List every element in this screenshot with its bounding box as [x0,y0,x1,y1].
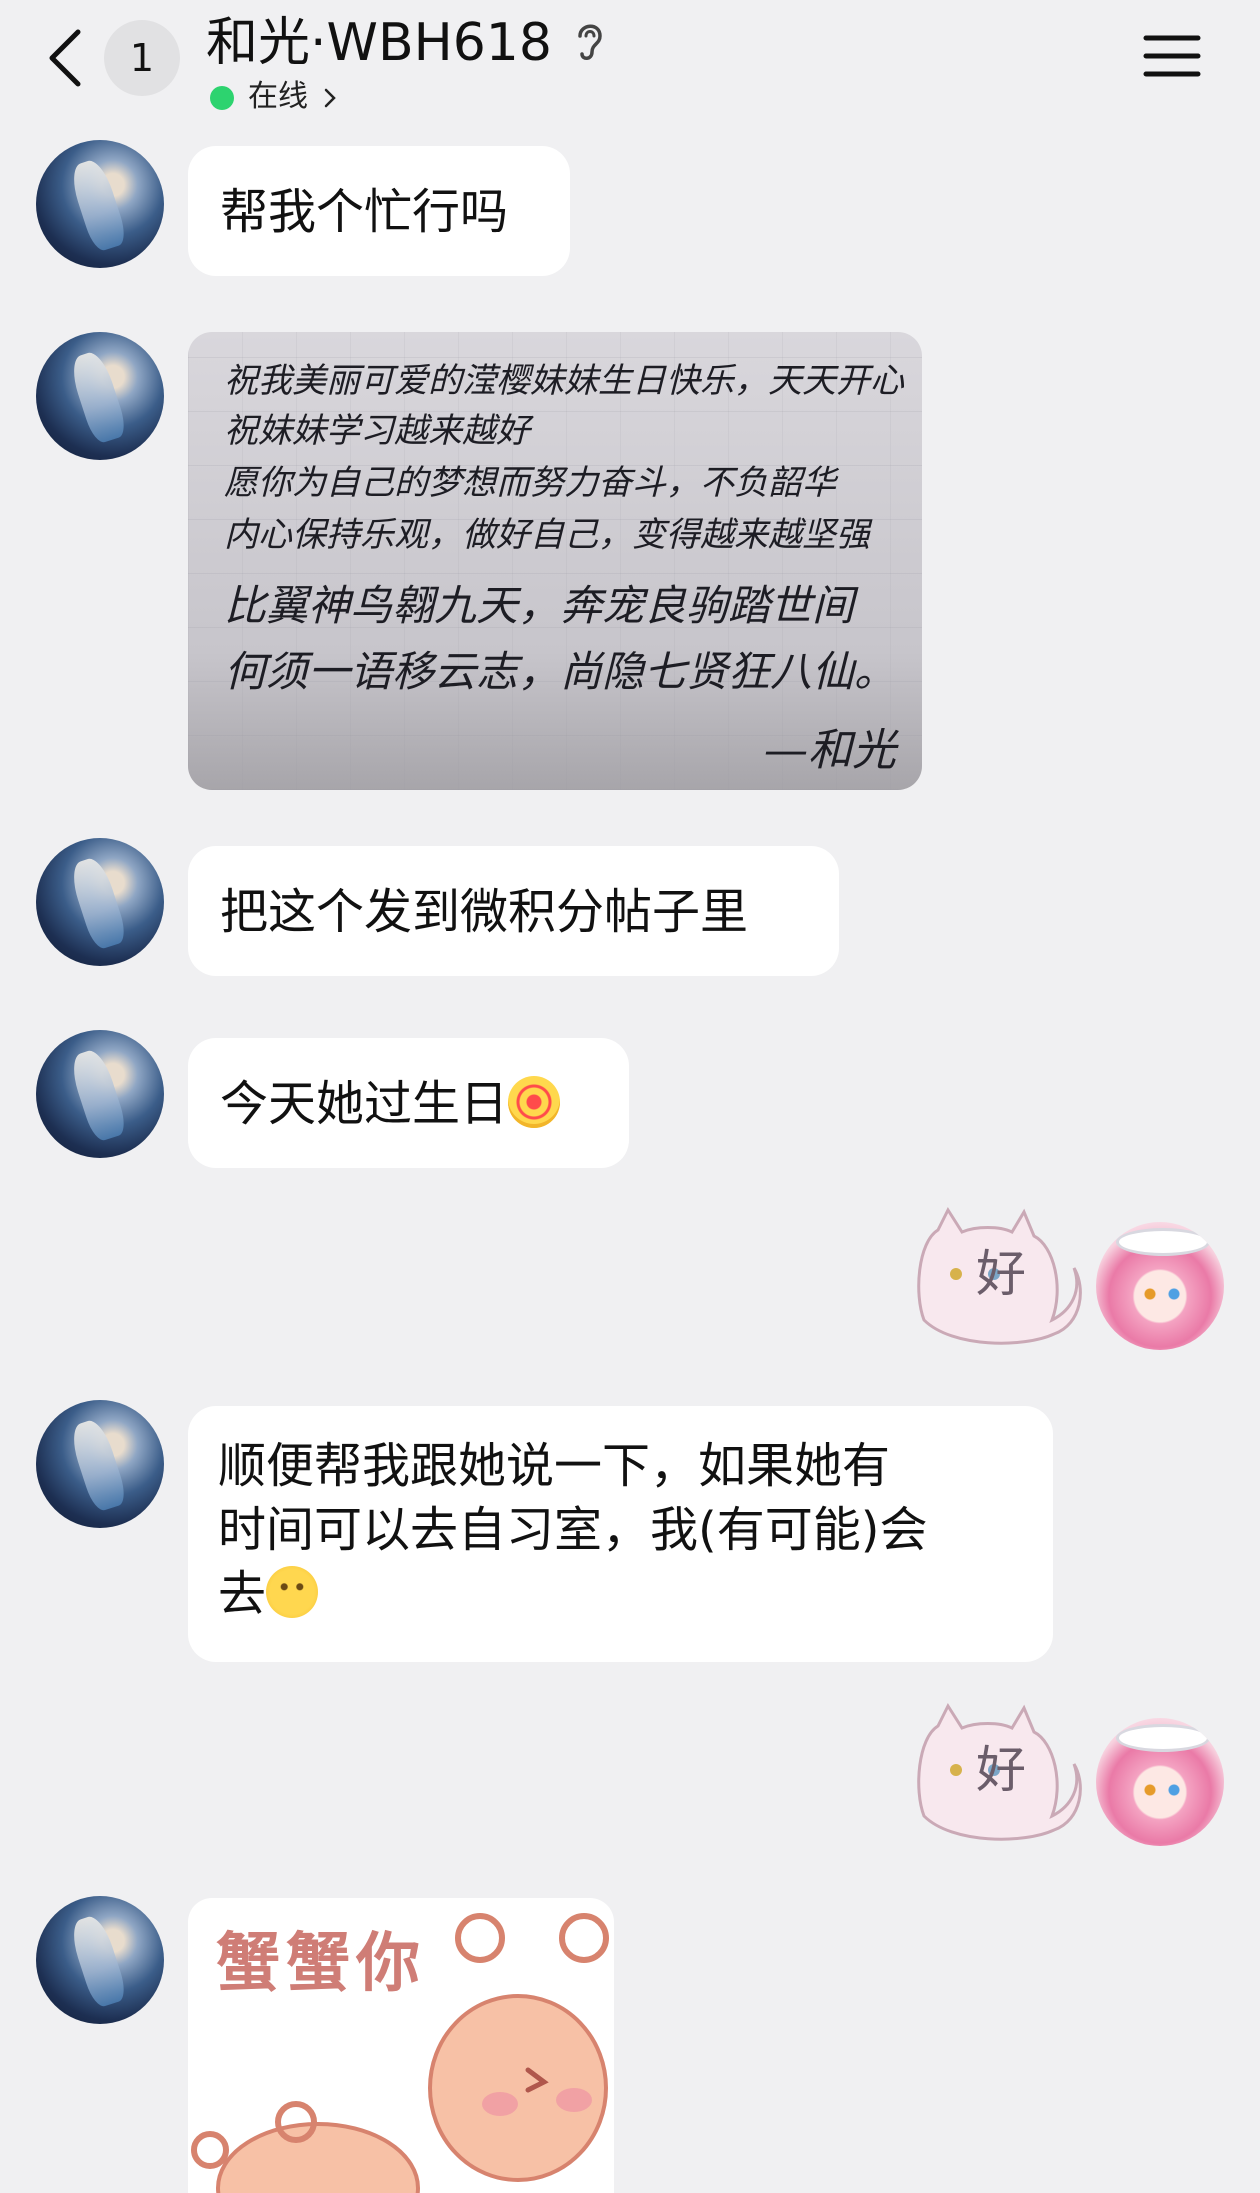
note-line: 祝我美丽可爱的滢樱妹妹生日快乐，天天开心 [224,361,904,401]
message-text: 今天她过生日 [220,1076,509,1132]
back-icon[interactable] [38,20,98,96]
online-status-text[interactable]: 在线 [248,76,308,118]
note-line: 愿你为自己的梦想而努力奋斗，不负韶华 [224,463,836,503]
note-signature: —和光 [764,725,896,776]
menu-icon[interactable] [1142,30,1202,82]
crab-sticker[interactable]: 蟹蟹你 [188,1898,614,2193]
message-text-line: 去 [218,1566,267,1622]
message-bubble[interactable]: 帮我个忙行吗 [188,146,570,276]
chevron-right-icon[interactable] [322,86,338,110]
note-line: 何须一语移云志，尚隐七贤狂八仙。 [224,647,897,696]
note-line: 内心保持乐观，做好自己，变得越来越坚强 [224,515,870,555]
unread-count-badge[interactable]: 1 [104,20,180,96]
sticker-text: 好 [976,1245,1026,1303]
contact-avatar[interactable] [36,1030,164,1158]
dizzy-face-icon [508,1076,561,1128]
contact-avatar[interactable] [36,1400,164,1528]
contact-avatar[interactable] [36,140,164,268]
smile-icon [266,1566,319,1618]
note-line: 比翼神鸟翱九天，奔宠良驹踏世间 [224,581,855,630]
handwritten-note-image[interactable]: 祝我美丽可爱的滢樱妹妹生日快乐，天天开心 祝妹妹学习越来越好 愿你为自己的梦想而… [188,332,922,790]
contact-avatar[interactable] [36,1896,164,2024]
my-avatar[interactable] [1096,1718,1224,1846]
ear-icon[interactable] [570,14,608,66]
message-bubble[interactable]: 顺便帮我跟她说一下，如果她有 时间可以去自习室，我(有可能)会 去 [188,1406,1053,1662]
contact-avatar[interactable] [36,332,164,460]
sticker-text: 好 [976,1741,1026,1799]
my-avatar[interactable] [1096,1222,1224,1350]
message-text-line: 顺便帮我跟她说一下，如果她有 [218,1438,891,1494]
cat-sticker[interactable]: 好 [904,1698,1084,1848]
note-line: 祝妹妹学习越来越好 [224,411,530,451]
message-bubble[interactable]: 把这个发到微积分帖子里 [188,846,839,976]
message-text-line: 时间可以去自习室，我(有可能)会 [218,1502,928,1558]
chat-title[interactable]: 和光·WBH618 [206,8,552,78]
cat-sticker[interactable]: 好 [904,1202,1084,1352]
online-status-dot [210,86,234,110]
sticker-text: 蟹蟹你 [216,1927,426,2001]
contact-avatar[interactable] [36,838,164,966]
message-bubble[interactable]: 今天她过生日 [188,1038,629,1168]
